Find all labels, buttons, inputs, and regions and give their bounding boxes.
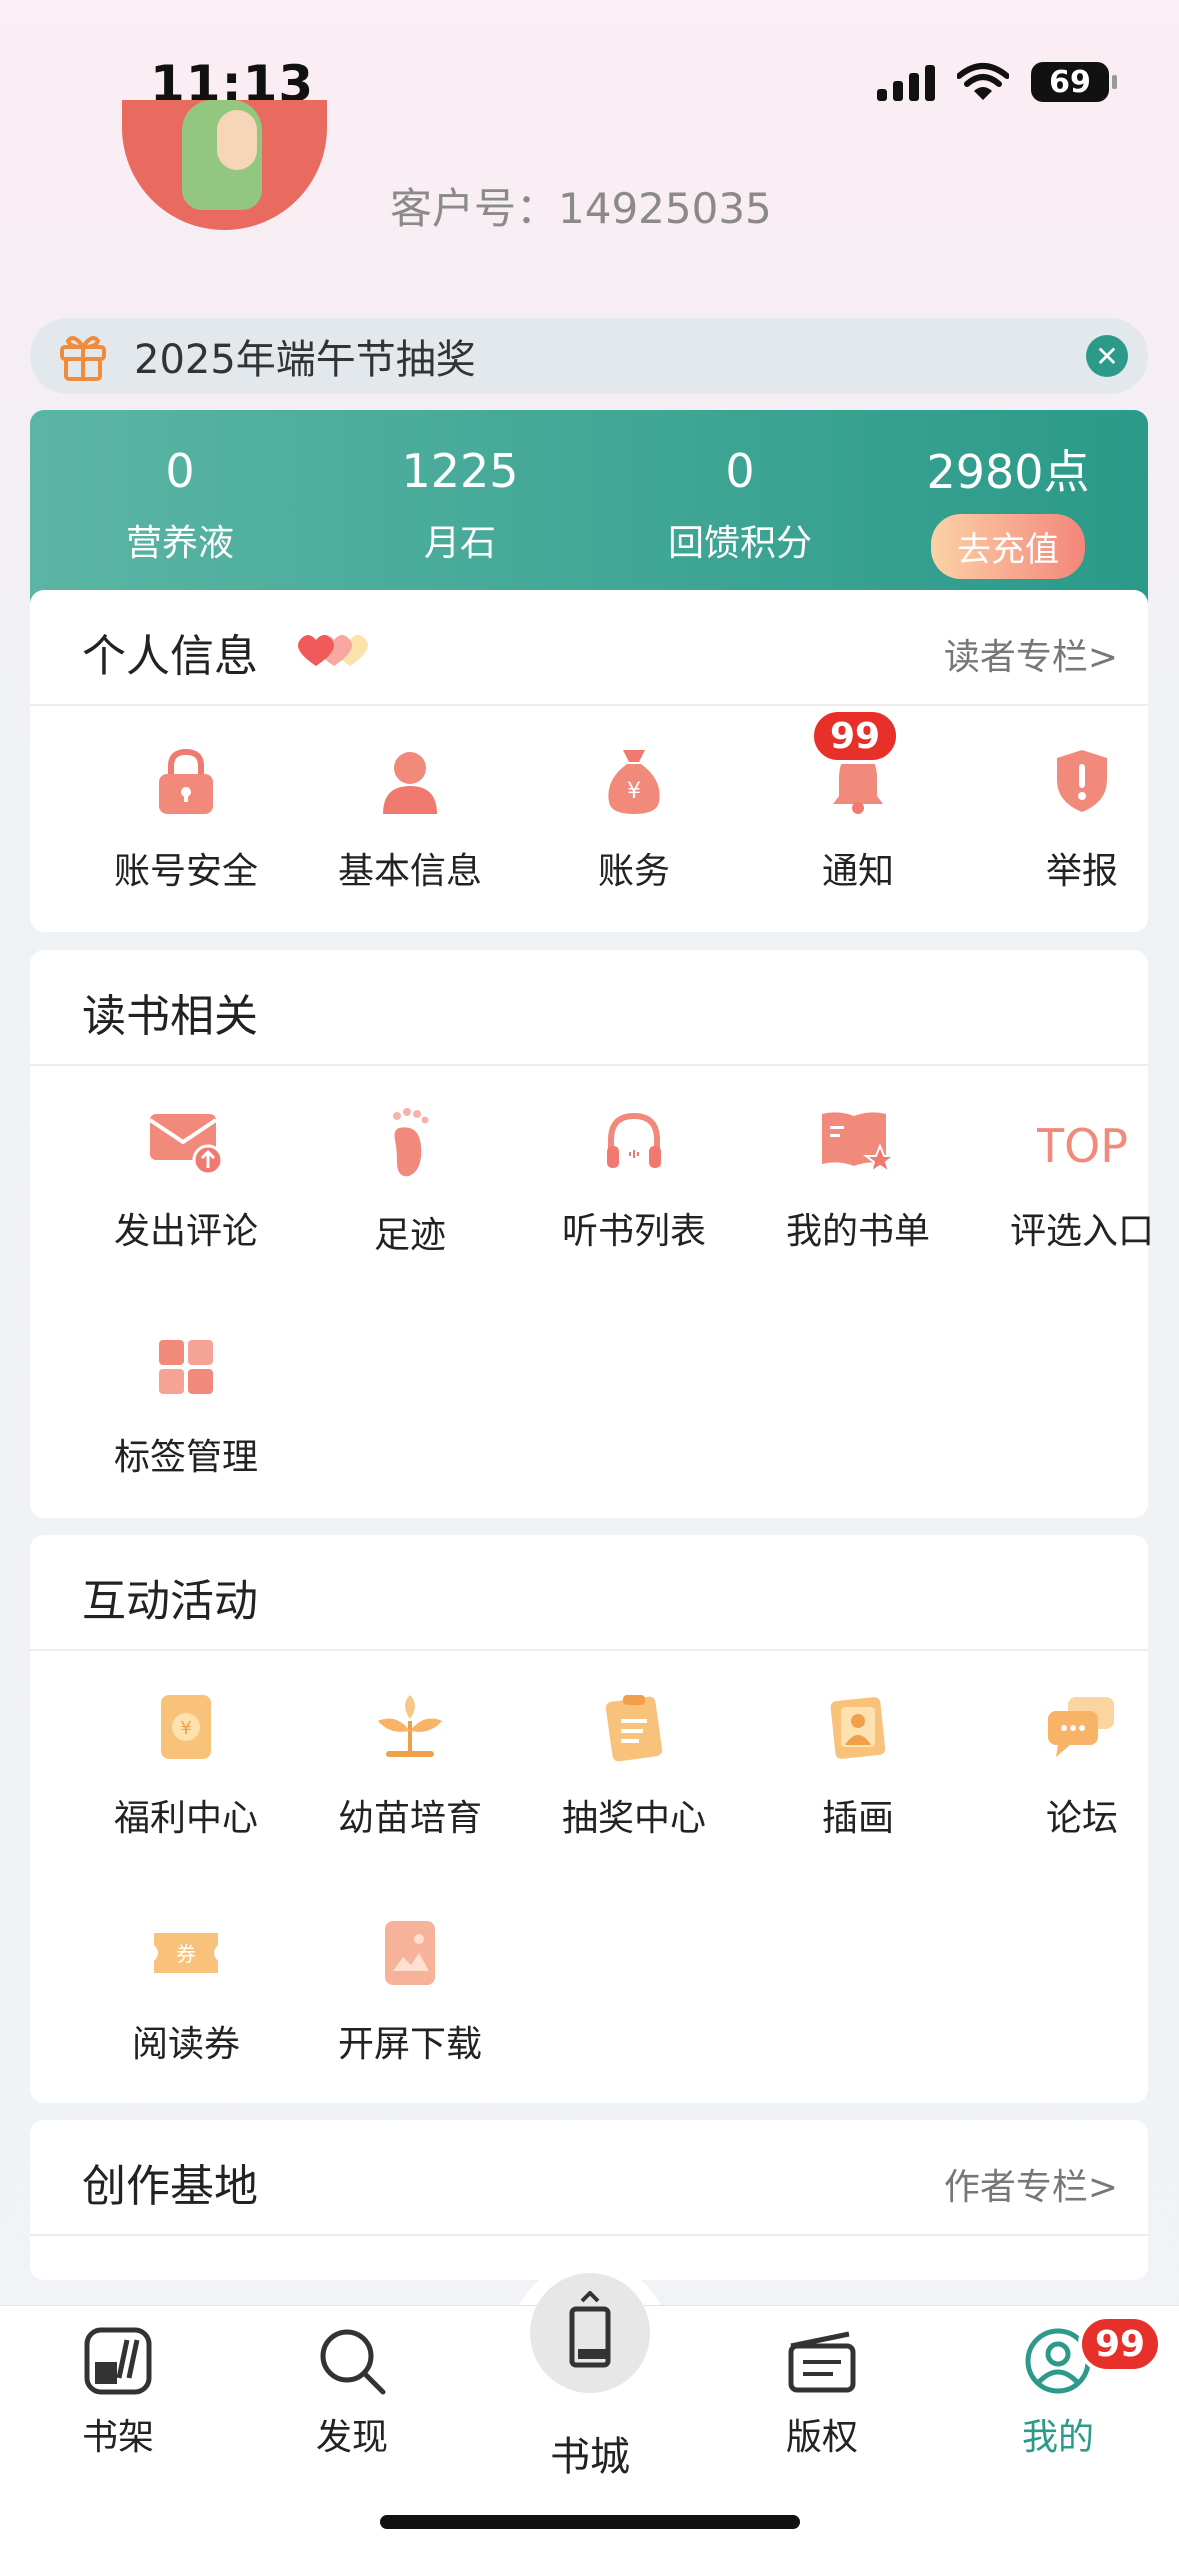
wallet-balance: 2980点 去充值: [868, 436, 1148, 579]
gift-icon: [60, 336, 106, 381]
report-item[interactable]: 举报: [972, 746, 1179, 894]
bookstore-center-button[interactable]: [530, 2273, 650, 2393]
sprout-icon: [378, 1695, 442, 1757]
billing-item[interactable]: ¥ 账务: [524, 746, 744, 894]
footprint-item[interactable]: 足迹: [300, 1106, 520, 1258]
home-indicator: [380, 2515, 800, 2529]
customer-id: 客户号：14925035: [390, 184, 772, 233]
svg-text:¥: ¥: [180, 1718, 191, 1739]
ticket-icon: 券: [154, 1933, 218, 1973]
welfare-center-item[interactable]: ¥ 福利中心: [76, 1691, 296, 1841]
card-header: 读书相关: [30, 950, 1148, 1066]
reader-column-link[interactable]: 读者专栏>: [944, 628, 1118, 680]
my-booklist-item[interactable]: 我的书单: [748, 1106, 968, 1254]
wallet-panel: 0 营养液 1225 月石 0 回馈积分 2980点 去充值: [30, 410, 1148, 610]
tab-discover[interactable]: 发现: [272, 2326, 432, 2460]
image-icon: [385, 1921, 435, 1985]
svg-text:TOP: TOP: [1037, 1119, 1127, 1173]
tab-bookshelf[interactable]: 书架: [38, 2326, 198, 2460]
clapperboard-icon: [788, 2331, 856, 2393]
svg-text:券: 券: [176, 1942, 196, 1966]
hearts-icon: [298, 635, 368, 666]
book-icon: [569, 2291, 611, 2368]
tab-copyright[interactable]: 版权: [742, 2326, 902, 2460]
bookshelf-icon: [84, 2327, 152, 2395]
grid-icon: [159, 1340, 213, 1394]
recharge-button[interactable]: 去充值: [931, 514, 1085, 579]
splash-download-item[interactable]: 开屏下载: [300, 1917, 520, 2067]
mail-send-icon: [148, 1114, 224, 1176]
reading-voucher-item[interactable]: 券 阅读券: [76, 1917, 296, 2067]
clipboard-icon: [605, 1695, 663, 1762]
voting-entry-item[interactable]: TOP 评选入口: [972, 1106, 1179, 1254]
section-title: 个人信息: [82, 631, 258, 682]
signal-icon: [877, 63, 935, 101]
promo-text: 2025年端午节抽奖: [134, 337, 476, 383]
card-header: 互动活动: [30, 1535, 1148, 1651]
card-header: 个人信息 读者专栏>: [30, 590, 1148, 706]
card-header: 创作基地 作者专栏>: [30, 2120, 1148, 2236]
section-title: 创作基地: [82, 2161, 258, 2212]
author-column-link[interactable]: 作者专栏>: [944, 2158, 1118, 2210]
section-title: 互动活动: [82, 1576, 258, 1627]
account-security-item[interactable]: 账号安全: [76, 746, 296, 894]
person-icon: [383, 752, 437, 814]
picture-icon: [830, 1697, 886, 1759]
battery-icon: 69: [1031, 62, 1117, 102]
wallet-moonstone[interactable]: 1225 月石: [320, 444, 600, 566]
tab-bookstore[interactable]: 书城: [510, 2416, 670, 2482]
footprint-icon: [393, 1108, 429, 1177]
forum-item[interactable]: 论坛: [972, 1691, 1179, 1841]
tag-management-item[interactable]: 标签管理: [76, 1332, 296, 1480]
lock-icon: [159, 748, 213, 814]
headphones-icon: [607, 1112, 661, 1168]
audiobook-list-item[interactable]: 听书列表: [524, 1106, 744, 1254]
status-icons: 69: [877, 62, 1117, 102]
notification-item[interactable]: 通知: [748, 746, 968, 894]
interactive-activities-card: 互动活动 ¥ 福利中心 幼苗培育 抽奖中心 插画 论坛 券 阅读券 开屏下载: [30, 1535, 1148, 2103]
section-title: 读书相关: [82, 991, 258, 1042]
creation-base-card: 创作基地 作者专栏>: [30, 2120, 1148, 2280]
wallet-points[interactable]: 0 回馈积分: [600, 444, 880, 566]
close-icon[interactable]: ✕: [1086, 335, 1128, 377]
basic-info-item[interactable]: 基本信息: [300, 746, 520, 894]
lottery-center-item[interactable]: 抽奖中心: [524, 1691, 744, 1841]
money-bag-icon: ¥: [608, 750, 660, 814]
comments-item[interactable]: 发出评论: [76, 1106, 296, 1254]
shield-alert-icon: [1057, 750, 1107, 812]
reading-card: 读书相关 发出评论 足迹 听书列表 我的书单 TOP 评选入口 标签管理: [30, 950, 1154, 1518]
profile-badge: 99: [1078, 2315, 1162, 2373]
illustration-item[interactable]: 插画: [748, 1691, 968, 1841]
red-envelope-icon: ¥: [161, 1695, 211, 1759]
notification-badge: 99: [810, 708, 900, 764]
svg-text:¥: ¥: [627, 779, 641, 804]
avatar[interactable]: [122, 100, 327, 230]
promo-banner[interactable]: 2025年端午节抽奖 ✕: [30, 318, 1148, 394]
seedling-item[interactable]: 幼苗培育: [300, 1691, 520, 1841]
search-icon: [320, 2329, 386, 2395]
personal-info-card: 个人信息 读者专栏> 账号安全 基本信息 ¥ 账务 通知 举报: [30, 590, 1148, 932]
book-star-icon: [822, 1112, 897, 1175]
wifi-icon: [957, 63, 1009, 100]
chat-icon: [1048, 1697, 1114, 1757]
wallet-nutrient[interactable]: 0 营养液: [40, 444, 320, 566]
top-icon: TOP: [1037, 1119, 1127, 1173]
